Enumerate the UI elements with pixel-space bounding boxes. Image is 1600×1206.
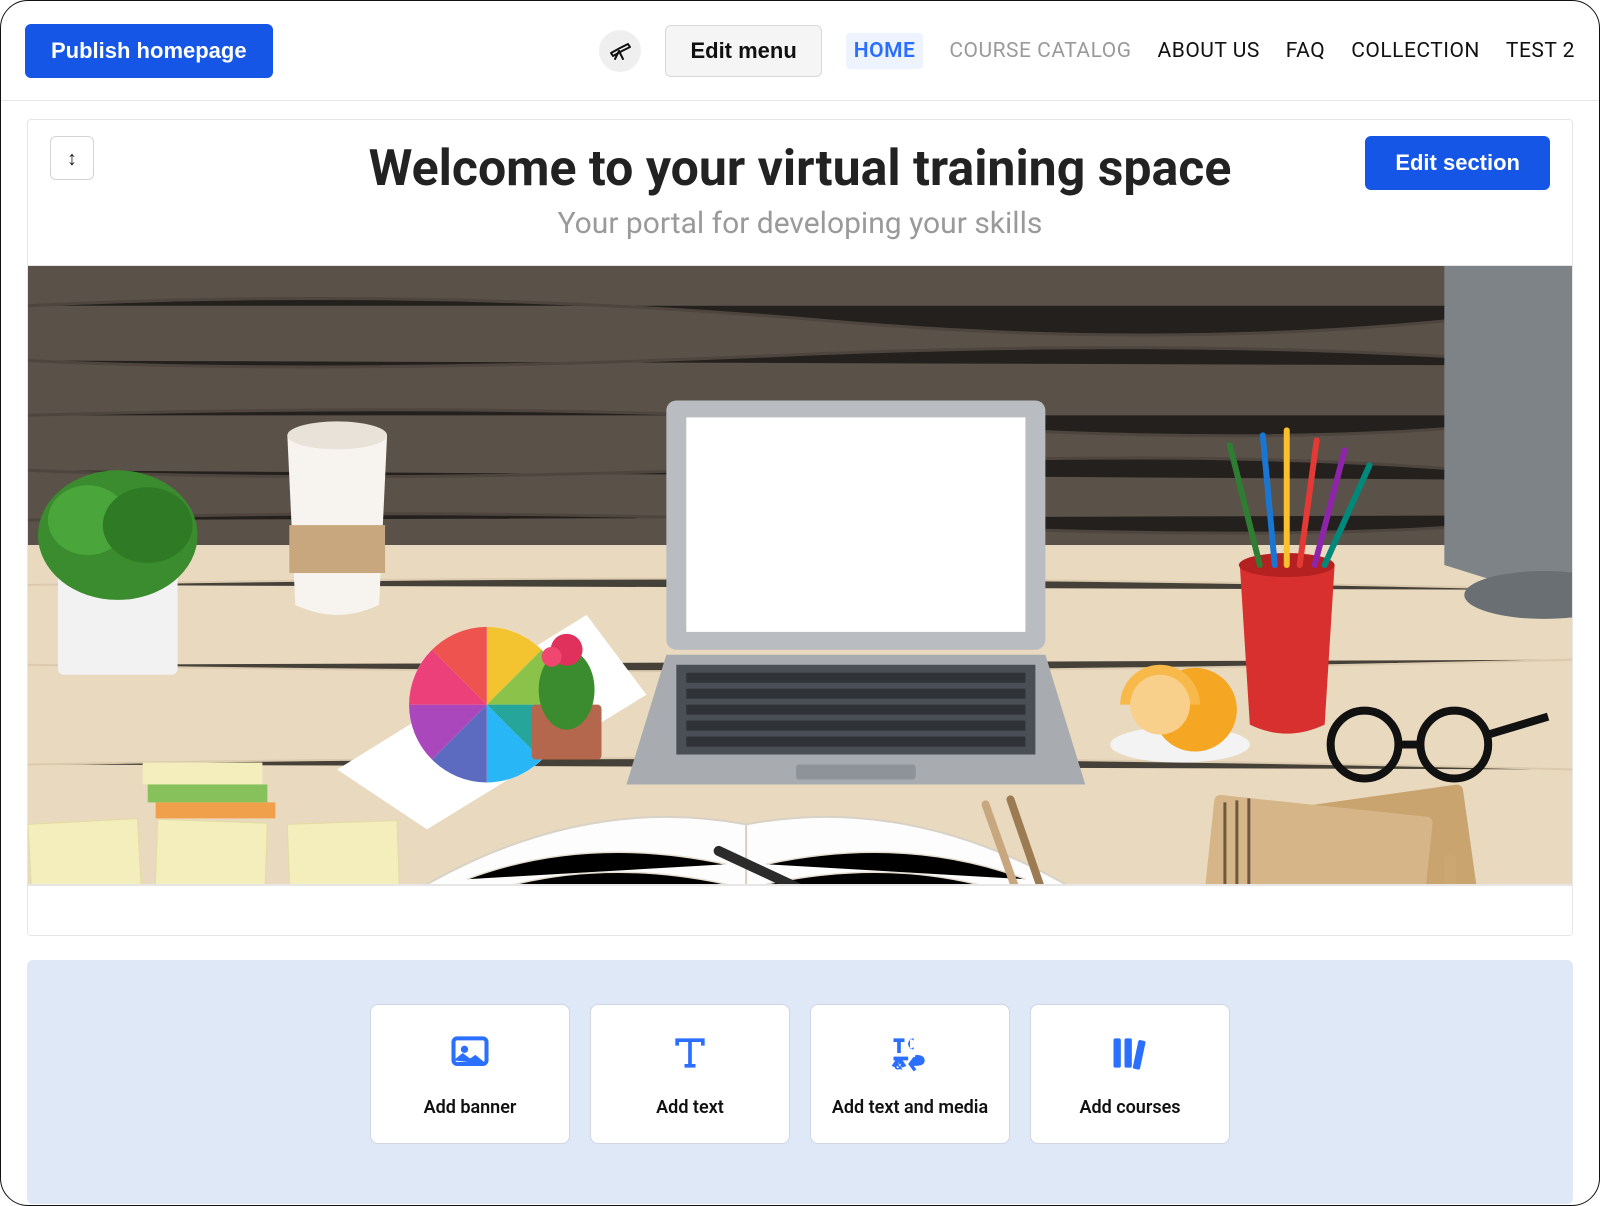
- image-icon: [448, 1031, 492, 1079]
- add-section-panel: Add banner Add text &: [27, 960, 1573, 1204]
- nav-item-faq[interactable]: FAQ: [1286, 39, 1325, 63]
- add-text-media-label: Add text and media: [832, 1097, 988, 1118]
- edit-section-label: Edit section: [1395, 150, 1520, 175]
- hero-subtitle: Your portal for developing your skills: [28, 206, 1572, 241]
- add-banner-label: Add banner: [424, 1097, 517, 1118]
- nav-item-collection[interactable]: COLLECTION: [1351, 39, 1480, 63]
- add-courses-card[interactable]: Add courses: [1030, 1004, 1230, 1144]
- hero-section: ↕ Edit section Welcome to your virtual t…: [27, 119, 1573, 936]
- add-banner-card[interactable]: Add banner: [370, 1004, 570, 1144]
- text-icon: [668, 1031, 712, 1079]
- telescope-icon[interactable]: [599, 30, 641, 72]
- nav-item-course-catalog[interactable]: COURSE CATALOG: [949, 39, 1131, 63]
- nav-item-test-2[interactable]: TEST 2: [1506, 39, 1575, 63]
- topbar-right-group: Edit menu HOME COURSE CATALOG ABOUT US F…: [599, 25, 1575, 77]
- topbar: Publish homepage Edit menu HOME COURSE C…: [1, 1, 1599, 101]
- edit-section-button[interactable]: Edit section: [1365, 136, 1550, 190]
- add-text-and-media-card[interactable]: & Add text and media: [810, 1004, 1010, 1144]
- add-text-label: Add text: [656, 1097, 724, 1118]
- edit-menu-button[interactable]: Edit menu: [665, 25, 821, 77]
- hero-title: Welcome to your virtual training space: [28, 140, 1572, 198]
- page-content: ↕ Edit section Welcome to your virtual t…: [1, 101, 1599, 1204]
- svg-text:&: &: [894, 1058, 903, 1073]
- section-footer-spacer: [28, 885, 1572, 935]
- reorder-handle[interactable]: ↕: [50, 136, 94, 180]
- hero-banner-image: [28, 265, 1572, 885]
- main-nav: HOME COURSE CATALOG ABOUT US FAQ COLLECT…: [846, 33, 1575, 69]
- add-courses-label: Add courses: [1079, 1097, 1180, 1118]
- nav-item-home[interactable]: HOME: [846, 33, 924, 69]
- add-text-card[interactable]: Add text: [590, 1004, 790, 1144]
- edit-menu-label: Edit menu: [690, 38, 796, 63]
- publish-label: Publish homepage: [51, 38, 247, 63]
- app-frame: Publish homepage Edit menu HOME COURSE C…: [0, 0, 1600, 1206]
- publish-homepage-button[interactable]: Publish homepage: [25, 24, 273, 78]
- text-media-icon: &: [888, 1031, 932, 1079]
- updown-arrow-icon: ↕: [67, 146, 77, 171]
- nav-item-about-us[interactable]: ABOUT US: [1158, 39, 1260, 63]
- books-icon: [1108, 1031, 1152, 1079]
